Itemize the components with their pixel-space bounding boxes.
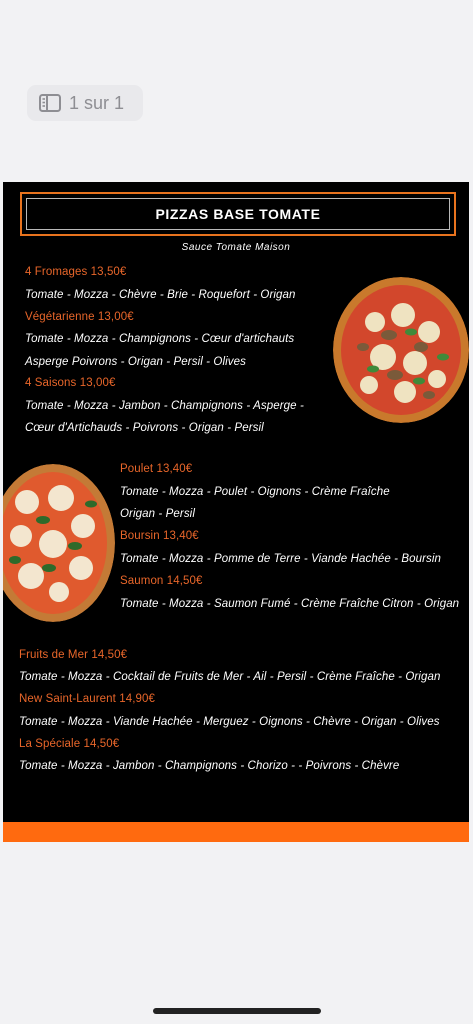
menu-footer-bar <box>3 822 469 842</box>
pizza-ingredients: Asperge Poivrons - Origan - Persil - Oli… <box>25 356 246 368</box>
pizza-ingredients: Tomate - Mozza - Champignons - Cœur d'ar… <box>25 333 295 345</box>
pizza-name: 4 Fromages 13,50€ <box>25 266 127 278</box>
pizza-name: Boursin 13,40€ <box>120 530 199 542</box>
home-indicator[interactable] <box>153 1008 321 1014</box>
menu-title-frame: PIZZAS BASE TOMATE <box>20 192 456 236</box>
pizza-ingredients: Tomate - Mozza - Cocktail de Fruits de M… <box>19 671 441 683</box>
pizza-ingredients: Tomate - Mozza - Poulet - Oignons - Crèm… <box>120 486 390 498</box>
pizza-name: New Saint-Laurent 14,90€ <box>19 693 156 705</box>
menu-title: PIZZAS BASE TOMATE <box>26 198 450 230</box>
pizza-ingredients: Origan - Persil <box>120 508 195 520</box>
pizza-name: Poulet 13,40€ <box>120 463 193 475</box>
pizza-ingredients: Tomate - Mozza - Jambon - Champignons - … <box>25 400 304 412</box>
pizza-name: 4 Saisons 13,00€ <box>25 377 116 389</box>
page-indicator-label: 1 sur 1 <box>69 92 125 113</box>
pizza-ingredients: Tomate - Mozza - Jambon - Champignons - … <box>19 760 400 772</box>
margherita-pizza-image <box>3 464 115 622</box>
pizza-ingredients: Tomate - Mozza - Saumon Fumé - Crème Fra… <box>120 598 460 610</box>
pizza-ingredients: Cœur d'Artichauds - Poivrons - Origan - … <box>25 422 264 434</box>
pizza-name: La Spéciale 14,50€ <box>19 738 120 750</box>
pizza-ingredients: Tomate - Mozza - Pomme de Terre - Viande… <box>120 553 442 565</box>
menu-page: PIZZAS BASE TOMATE Sauce Tomate Maison 4… <box>3 182 469 842</box>
page-indicator[interactable]: 1 sur 1 <box>27 85 143 121</box>
menu-subtitle: Sauce Tomate Maison <box>181 242 291 253</box>
pizza-name: Saumon 14,50€ <box>120 575 203 587</box>
pizza-name: Fruits de Mer 14,50€ <box>19 649 128 661</box>
mushroom-pizza-image <box>333 277 469 423</box>
pizza-ingredients: Tomate - Mozza - Chèvre - Brie - Roquefo… <box>25 289 296 301</box>
pizza-ingredients: Tomate - Mozza - Viande Hachée - Merguez… <box>19 716 440 728</box>
pizza-name: Végétarienne 13,00€ <box>25 311 134 323</box>
sidebar-icon <box>39 94 61 112</box>
